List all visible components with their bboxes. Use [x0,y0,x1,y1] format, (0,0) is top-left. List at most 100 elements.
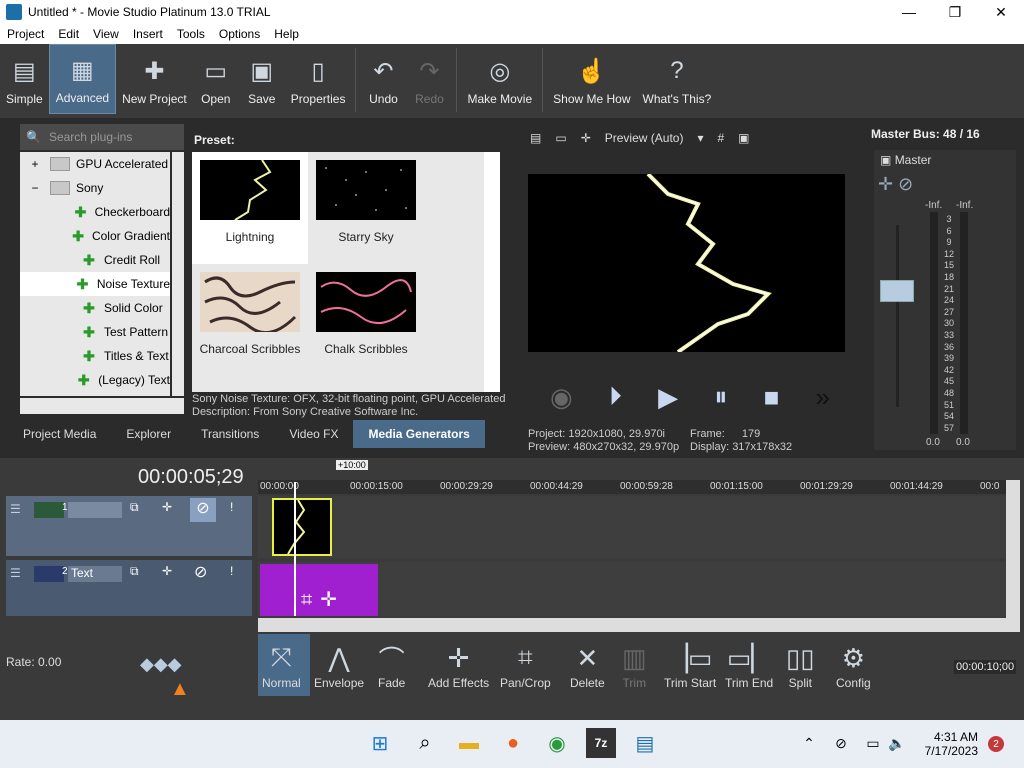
7zip-icon[interactable]: 7z [586,728,616,758]
play-icon[interactable]: ▶ [658,382,678,413]
chrome-icon[interactable]: ◉ [542,728,572,758]
delete-button[interactable]: ✕ Delete [570,640,605,691]
master-fader[interactable] [880,280,914,302]
menu-project[interactable]: Project [0,27,51,41]
tree-item-checkerboard[interactable]: ✚ Checkerboard [20,200,170,224]
track-name-field[interactable] [68,502,122,518]
timeline-h-scrollbar[interactable] [258,618,1020,632]
tab-media-generators[interactable]: Media Generators [353,420,485,448]
mute-icon[interactable]: ⊘ [898,174,913,194]
properties-button[interactable]: ▯ Properties [285,44,352,114]
solo-icon[interactable]: ! [230,564,233,578]
tree-h-scrollbar[interactable] [20,398,184,414]
fx-icon[interactable]: ✛ [878,174,893,194]
tree-item-legacy-text[interactable]: ✚ (Legacy) Text [20,368,170,392]
firefox-icon[interactable]: ● [498,728,528,758]
tree-item-solid-color[interactable]: ✚ Solid Color [20,296,170,320]
mute-track-icon[interactable]: ⊘ [194,562,207,582]
tree-item-credit-roll[interactable]: ✚ Credit Roll [20,248,170,272]
tab-explorer[interactable]: Explorer [111,420,186,448]
menu-edit[interactable]: Edit [51,27,86,41]
chevron-down-icon[interactable]: ▾ [697,131,703,145]
grid-icon[interactable]: # [717,131,724,145]
pan-crop-button[interactable]: ⌗ Pan/Crop [500,640,551,690]
close-button[interactable]: ✕ [978,0,1024,24]
track-fx-icon[interactable]: ✛ [162,500,172,514]
envelope-tool-button[interactable]: ⋀ Envelope [314,640,364,691]
collapse-icon[interactable]: − [20,181,50,195]
tab-project-media[interactable]: Project Media [8,420,111,448]
preview-properties-icon[interactable]: ▤ [530,131,541,145]
search-icon[interactable]: ⌕ [410,728,440,758]
timeline-v-scrollbar[interactable] [1006,480,1020,620]
menu-insert[interactable]: Insert [126,27,170,41]
tree-item-color-gradient[interactable]: ✚ Color Gradient [20,224,170,248]
menu-options[interactable]: Options [212,27,267,41]
preset-charcoal-scribbles[interactable]: Charcoal Scribbles [192,264,308,376]
undo-button[interactable]: ↶ Undo [360,44,406,114]
video-event-lightning[interactable] [272,498,332,556]
tree-scrollbar[interactable] [172,152,184,396]
track-name-field[interactable]: Text [68,566,122,582]
track-menu-icon[interactable]: ☰ [10,502,21,516]
compositing-icon[interactable]: ⧉ [130,564,139,579]
trim-end-button[interactable]: ▭▏ Trim End [725,640,773,691]
minimize-button[interactable]: — [886,0,932,24]
rate-slider-thumb[interactable]: ▲ [170,678,190,701]
save-button[interactable]: ▣ Save [239,44,285,114]
config-button[interactable]: ⚙ Config [836,640,871,691]
volume-icon[interactable]: 🔈 [882,728,912,758]
tree-item-test-pattern[interactable]: ✚ Test Pattern [20,320,170,344]
tree-item-titles-text[interactable]: ✚ Titles & Text [20,344,170,368]
menu-view[interactable]: View [86,27,126,41]
stop-icon[interactable]: ■ [764,382,780,413]
network-icon[interactable]: ⊘ [826,728,856,758]
plugin-search-input[interactable]: 🔍 Search plug-ins [20,124,184,150]
track-lane-video-1[interactable] [258,496,1006,558]
redo-button[interactable]: ↷ Redo [406,44,452,114]
preset-lightning[interactable]: Lightning [192,152,308,264]
simple-button[interactable]: ▤ Simple [0,44,49,114]
maximize-button[interactable]: ❐ [932,0,978,24]
split-screen-icon[interactable]: ✛ [581,131,591,145]
file-explorer-icon[interactable]: ▬ [454,728,484,758]
track-fx-icon[interactable]: ✛ [162,564,172,578]
tab-transitions[interactable]: Transitions [186,420,274,448]
whats-this-button[interactable]: ? What's This? [637,44,718,114]
trim-start-button[interactable]: ▕▭ Trim Start [664,640,716,691]
tree-item-gpu-accelerated[interactable]: + GPU Accelerated [20,152,170,176]
timeline-ruler[interactable]: 00:00:00 00:00:15:00 00:00:29:29 00:00:4… [258,480,1006,494]
event-fx-icon[interactable]: ✛ [320,587,337,612]
tab-video-fx[interactable]: Video FX [274,420,353,448]
new-project-button[interactable]: ✚ New Project [116,44,193,114]
event-pan-crop-icon[interactable]: ⌗ [301,589,312,612]
add-effects-button[interactable]: ✛ Add Effects [428,640,489,691]
make-movie-button[interactable]: ◎ Make Movie [461,44,538,114]
compositing-icon[interactable]: ⧉ [130,500,139,515]
tree-item-noise-texture[interactable]: ✚ Noise Texture [20,272,170,296]
show-me-how-button[interactable]: ☝ Show Me How [547,44,636,114]
solo-icon[interactable]: ! [230,500,233,514]
copy-snapshot-icon[interactable]: ▣ [738,131,749,145]
monitor-icon[interactable]: ▭ [555,131,566,145]
preset-scrollbar[interactable] [484,152,500,392]
open-button[interactable]: ▭ Open [193,44,239,114]
track-header-video-1[interactable]: ☰ 1 ⧉ ✛ ⊘ ! [6,496,252,556]
chevron-up-icon[interactable]: ⌃ [794,728,824,758]
preset-starry-sky[interactable]: Starry Sky [308,152,424,264]
preview-quality-dropdown[interactable]: Preview (Auto) [605,131,684,145]
play-from-start-icon[interactable]: ⏵ [609,381,622,413]
tree-item-sony[interactable]: − Sony [20,176,170,200]
mute-track-icon[interactable]: ⊘ [190,498,216,522]
record-icon[interactable]: ◉ [550,382,573,413]
notification-badge[interactable]: 2 [988,736,1004,752]
start-icon[interactable]: ⊞ [365,728,395,758]
advanced-button[interactable]: ▦ Advanced [48,44,117,114]
split-button[interactable]: ▯▯ Split [786,640,815,691]
text-event[interactable]: ⌗ ✛ [260,564,378,616]
menu-tools[interactable]: Tools [170,27,212,41]
movie-studio-taskbar-icon[interactable]: ▤ [630,728,660,758]
expand-icon[interactable]: + [20,157,50,171]
shuttle-control[interactable]: ◆◆◆ [140,654,182,675]
menu-help[interactable]: Help [267,27,306,41]
